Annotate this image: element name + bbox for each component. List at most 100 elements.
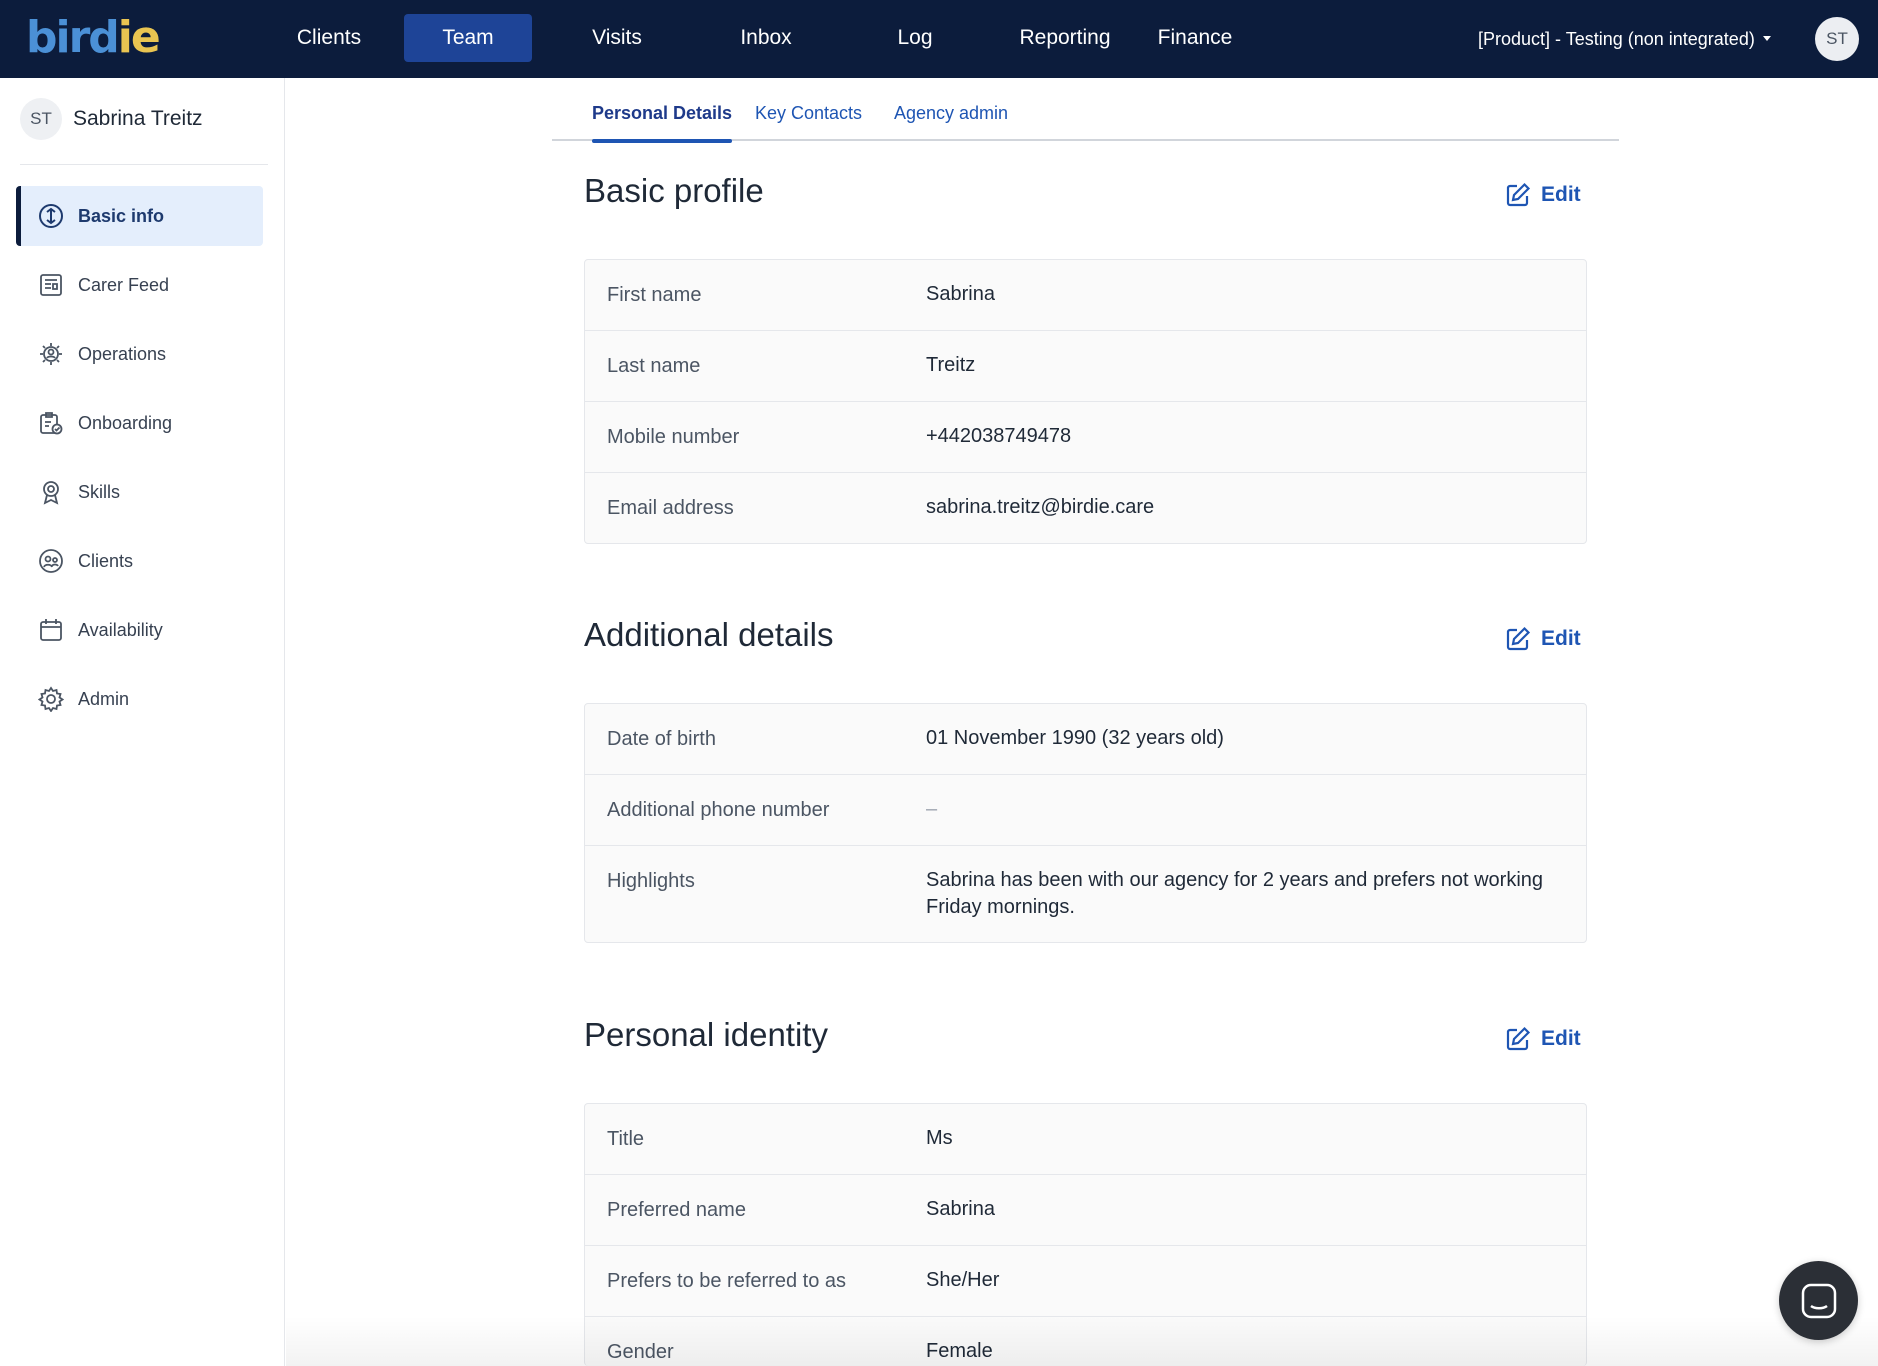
edit-basic-profile-button[interactable]: Edit [1505, 178, 1581, 212]
birdie-logo[interactable]: birdie [26, 12, 161, 63]
table-row: Highlights Sabrina has been with our age… [585, 846, 1586, 942]
sidebar: ST Sabrina Treitz Basic info Carer Feed … [0, 78, 285, 1366]
logo-text-main: bird [26, 12, 120, 63]
row-label: Gender [607, 1341, 674, 1363]
sidebar-item-label: Admin [78, 688, 130, 709]
sidebar-item-operations[interactable]: Operations [16, 324, 263, 384]
sidebar-divider [20, 164, 268, 165]
calendar-icon [38, 617, 64, 643]
row-value: Female [926, 1340, 993, 1362]
skills-icon [38, 479, 64, 505]
row-value: She/Her [926, 1269, 1000, 1291]
sidebar-item-clients[interactable]: Clients [16, 531, 263, 591]
chat-icon [1801, 1283, 1836, 1318]
row-value: Sabrina [926, 283, 995, 305]
sidebar-item-label: Carer Feed [78, 274, 170, 295]
edit-icon [1506, 182, 1531, 207]
basic-info-icon [38, 203, 64, 229]
table-row: Date of birth 01 November 1990 (32 years… [585, 704, 1586, 775]
row-value: Sabrina has been with our agency for 2 y… [926, 869, 1544, 918]
carer-avatar: ST [20, 98, 62, 140]
caret-down-icon [1762, 35, 1771, 41]
carer-name: Sabrina Treitz [73, 107, 203, 130]
tab-personal-details[interactable]: Personal Details [592, 78, 733, 143]
sidebar-user-header: ST Sabrina Treitz [20, 98, 203, 140]
agency-selector[interactable]: [Product] - Testing (non integrated) [1478, 0, 1771, 78]
personal-identity-card: Title Ms Preferred name Sabrina Prefers … [584, 1103, 1587, 1366]
sidebar-item-admin[interactable]: Admin [16, 669, 263, 729]
row-value: 01 November 1990 (32 years old) [926, 727, 1224, 749]
profile-tabs: Personal Details Key Contacts Agency adm… [552, 78, 1619, 143]
section-title-personal-identity: Personal identity [584, 1016, 828, 1053]
table-row: Last name Treitz [585, 331, 1586, 402]
row-label: Title [607, 1128, 645, 1150]
edit-label: Edit [1541, 183, 1581, 206]
row-label: Last name [607, 355, 701, 377]
row-value: Treitz [926, 354, 976, 376]
agency-selector-label: [Product] - Testing (non integrated) [1478, 29, 1755, 49]
tab-agency-admin[interactable]: Agency admin [894, 78, 1008, 141]
table-row: Prefers to be referred to as She/Her [585, 1246, 1586, 1317]
feed-icon [38, 272, 64, 298]
row-value: Sabrina [926, 1198, 995, 1220]
sidebar-item-label: Onboarding [78, 412, 173, 433]
logo-text-accent: ie [117, 12, 161, 63]
sidebar-item-label: Availability [78, 619, 163, 640]
row-label: Date of birth [607, 728, 716, 750]
edit-personal-identity-button[interactable]: Edit [1505, 1022, 1581, 1056]
top-nav-bar: birdie Clients Team Visits Inbox Log Rep… [0, 0, 1878, 78]
nav-finance[interactable]: Finance [1130, 14, 1260, 62]
nav-inbox[interactable]: Inbox [702, 14, 830, 62]
edit-icon [1506, 626, 1531, 651]
nav-clients[interactable]: Clients [254, 14, 404, 62]
sidebar-item-label: Operations [78, 343, 167, 364]
row-value: – [926, 798, 938, 820]
main-nav: Clients Team Visits Inbox Log Reporting … [254, 14, 1260, 62]
sidebar-item-basic-info[interactable]: Basic info [16, 186, 263, 246]
table-row: Email address sabrina.treitz@birdie.care [585, 473, 1586, 543]
gear-icon [38, 686, 64, 712]
row-label: Prefers to be referred to as [607, 1270, 847, 1292]
row-label: First name [607, 284, 702, 306]
table-row: Mobile number +442038749478 [585, 402, 1586, 473]
sidebar-item-availability[interactable]: Availability [16, 600, 263, 660]
user-avatar[interactable]: ST [1815, 17, 1859, 61]
operations-icon [38, 341, 64, 367]
table-row: Additional phone number – [585, 775, 1586, 846]
section-title-additional-details: Additional details [584, 616, 834, 653]
edit-icon [1506, 1026, 1531, 1051]
row-label: Email address [607, 497, 734, 519]
chat-launcher-button[interactable] [1779, 1261, 1858, 1340]
sidebar-item-onboarding[interactable]: Onboarding [16, 393, 263, 453]
row-value: Ms [926, 1127, 953, 1149]
table-row: Preferred name Sabrina [585, 1175, 1586, 1246]
sidebar-item-label: Skills [78, 481, 121, 502]
edit-label: Edit [1541, 1027, 1581, 1050]
nav-reporting[interactable]: Reporting [1000, 14, 1130, 62]
row-label: Highlights [607, 870, 695, 892]
row-label: Mobile number [607, 426, 740, 448]
nav-visits[interactable]: Visits [532, 14, 702, 62]
basic-profile-card: First name Sabrina Last name Treitz Mobi… [584, 259, 1587, 544]
edit-additional-details-button[interactable]: Edit [1505, 622, 1581, 656]
table-row: First name Sabrina [585, 260, 1586, 331]
additional-details-card: Date of birth 01 November 1990 (32 years… [584, 703, 1587, 943]
table-row: Title Ms [585, 1104, 1586, 1175]
nav-team[interactable]: Team [404, 14, 532, 62]
section-title-basic-profile: Basic profile [584, 172, 764, 209]
nav-log[interactable]: Log [830, 14, 1000, 62]
sidebar-item-carer-feed[interactable]: Carer Feed [16, 255, 263, 315]
sidebar-item-label: Basic info [78, 205, 165, 226]
edit-label: Edit [1541, 627, 1581, 650]
onboarding-icon [38, 410, 64, 436]
row-label: Additional phone number [607, 799, 830, 821]
sidebar-item-skills[interactable]: Skills [16, 462, 263, 522]
clients-icon [38, 548, 64, 574]
table-row: Gender Female [585, 1317, 1586, 1366]
row-label: Preferred name [607, 1199, 746, 1221]
tab-key-contacts[interactable]: Key Contacts [755, 78, 862, 141]
sidebar-item-label: Clients [78, 550, 134, 571]
row-value: sabrina.treitz@birdie.care [926, 496, 1155, 518]
row-value: +442038749478 [926, 425, 1072, 447]
sidebar-menu: Basic info Carer Feed Operations Onboard… [16, 186, 263, 738]
